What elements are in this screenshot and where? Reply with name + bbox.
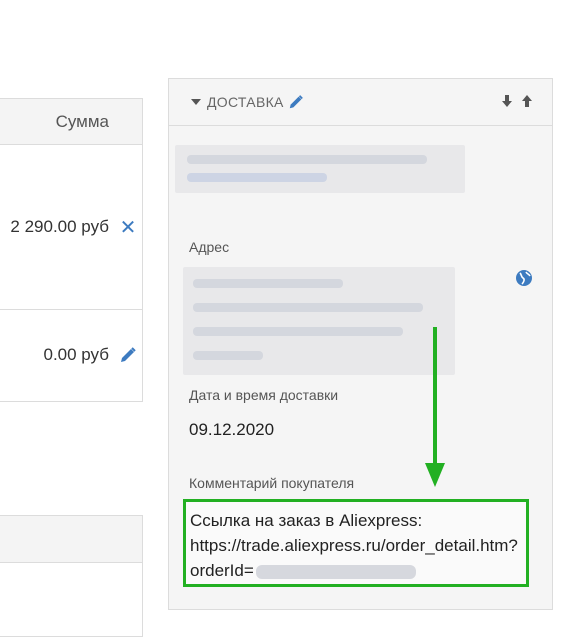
pencil-icon[interactable] [119,346,137,364]
comment-line-3: orderId= [190,558,522,583]
delivery-title: ДОСТАВКА [207,94,284,110]
comment-line-2[interactable]: https://trade.aliexpress.ru/order_detail… [190,533,522,558]
table-row: 0.00 руб [0,310,142,400]
arrow-up-icon[interactable] [522,94,532,112]
table-row: 2 290.00 руб ✕ [0,145,142,310]
row-amount: 0.00 руб [43,345,109,364]
secondary-table [0,515,143,637]
green-arrow-icon [425,327,445,487]
collapse-caret-icon[interactable] [191,99,201,105]
column-header-sum: Сумма [55,111,109,131]
table-header: Сумма [0,99,142,145]
secondary-table-header [0,516,142,563]
delivery-panel-header[interactable]: ДОСТАВКА [169,79,552,126]
globe-icon[interactable] [515,269,533,292]
row-amount: 2 290.00 руб [10,217,109,236]
close-icon[interactable]: ✕ [119,215,137,240]
order-id-prefix: orderId= [190,561,254,580]
delivery-panel: ДОСТАВКА Адрес Дата и время доставки 09.… [168,78,553,610]
datetime-label: Дата и время доставки [189,387,339,403]
reorder-arrows [502,94,532,112]
delivery-date: 09.12.2020 [189,420,275,439]
comment-label: Комментарий покупателя [189,475,355,491]
arrow-down-icon[interactable] [502,94,512,112]
blurred-order-id [255,564,416,579]
customer-comment-box: Ссылка на заказ в Aliexpress: https://tr… [183,499,529,587]
blurred-contact [175,145,465,193]
blurred-address [183,267,455,375]
address-label: Адрес [189,239,230,255]
edit-pencil-icon[interactable] [288,94,304,110]
comment-line-1: Ссылка на заказ в Aliexpress: [190,511,423,530]
order-items-table: Сумма 2 290.00 руб ✕ 0.00 руб [0,98,143,402]
